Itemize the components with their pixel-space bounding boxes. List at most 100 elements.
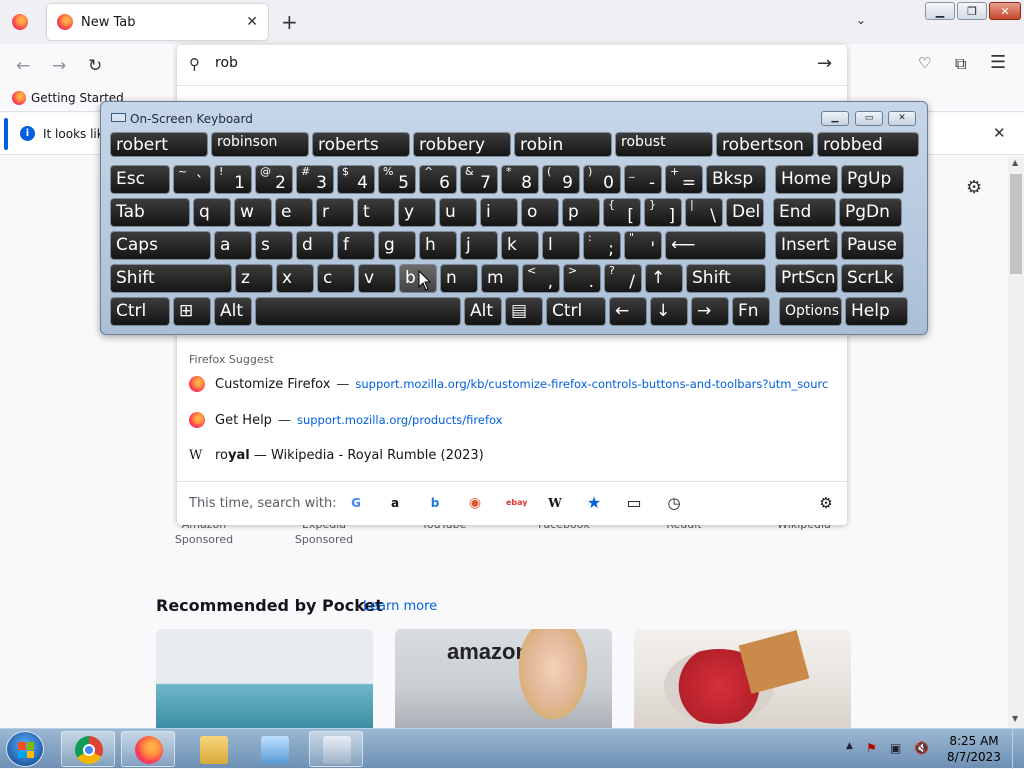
menu-icon[interactable]: ☰ [990,52,1006,73]
key-[interactable]: " ' [624,231,662,260]
reload-icon[interactable]: ↻ [88,56,102,76]
key-pause[interactable]: Pause [841,231,904,260]
key-pgup[interactable]: PgUp [841,165,904,194]
key-6[interactable]: ^ 6 [419,165,457,194]
key-prtscn[interactable]: PrtScn [775,264,838,293]
osk-maximize-button[interactable]: ▭ [855,111,883,126]
key-8[interactable]: * 8 [501,165,539,194]
prediction-key[interactable]: robbery [413,132,511,157]
show-desktop-button[interactable] [1012,729,1024,769]
key-insert[interactable]: Insert [775,231,838,260]
pocket-card-image[interactable]: amazon [395,629,612,728]
key-space[interactable] [255,297,461,326]
firefox-view-icon[interactable] [12,14,28,30]
key-d[interactable]: d [296,231,334,260]
key-p[interactable]: p [562,198,600,227]
pocket-card-image[interactable] [634,629,851,728]
key-alt[interactable]: Alt [464,297,502,326]
key-c[interactable]: c [317,264,355,293]
prediction-key[interactable]: robbed [817,132,919,157]
key-end[interactable]: End [773,198,836,227]
back-icon[interactable]: ← [16,56,30,76]
key-t[interactable]: t [357,198,395,227]
url-input[interactable]: rob [215,55,238,71]
key-f[interactable]: f [337,231,375,260]
extensions-icon[interactable]: ⧉ [955,54,966,74]
key-o[interactable]: o [521,198,559,227]
tabs-icon[interactable]: ▭ [625,494,643,512]
key-4[interactable]: $4 [337,165,375,194]
key-g[interactable]: g [378,231,416,260]
taskbar-explorer[interactable] [186,731,240,767]
go-arrow-icon[interactable]: → [817,53,832,74]
key-l[interactable]: l [542,231,580,260]
suggestion-row-wikipedia[interactable]: W royal — Wikipedia - Royal Rumble (2023… [189,448,829,463]
key-[interactable]: >. [563,264,601,293]
key-alt[interactable]: Alt [214,297,252,326]
show-hidden-icons[interactable]: ▲ [846,741,853,751]
key-5[interactable]: % 5 [378,165,416,194]
network-icon[interactable]: ▣ [890,741,901,755]
key-ctrl[interactable]: Ctrl [546,297,606,326]
key-s[interactable]: s [255,231,293,260]
key-7[interactable]: & 7 [460,165,498,194]
key-[interactable]: :; [583,231,621,260]
amazon-icon[interactable]: a [386,494,404,512]
key-w[interactable]: w [234,198,272,227]
bookmarks-icon[interactable]: ★ [585,494,603,512]
key-options[interactable]: Options [779,297,842,326]
scroll-thumb[interactable] [1010,174,1022,274]
clock-time[interactable]: 8:25 AM [944,734,1004,748]
learn-more-link[interactable]: Learn more [363,599,437,614]
new-tab-button[interactable]: + [281,10,298,34]
prediction-key[interactable]: robust [615,132,713,157]
scroll-up-icon[interactable]: ▲ [1012,158,1018,167]
bing-icon[interactable]: b [426,494,444,512]
prediction-key[interactable]: roberts [312,132,410,157]
key-[interactable]: <, [522,264,560,293]
key-k[interactable]: k [501,231,539,260]
key-x[interactable]: x [276,264,314,293]
prediction-key[interactable]: robertson [716,132,814,157]
history-icon[interactable]: ◷ [665,494,683,512]
prediction-key[interactable]: robin [514,132,612,157]
chevron-down-icon[interactable]: ⌄ [856,13,866,27]
key-ctrl[interactable]: Ctrl [110,297,170,326]
key-[interactable]: ↓ [650,297,688,326]
ebay-icon[interactable]: ebay [506,494,528,512]
key-u[interactable]: u [439,198,477,227]
restore-button[interactable]: ❐ [957,2,987,20]
key-[interactable]: ⊞ [173,297,211,326]
key-[interactable]: + = [665,165,703,194]
key-pgdn[interactable]: PgDn [839,198,902,227]
key-n[interactable]: n [440,264,478,293]
pocket-icon[interactable]: ♡ [918,54,931,72]
duckduckgo-icon[interactable]: ◉ [466,494,484,512]
action-center-icon[interactable]: ⚑ [866,741,877,755]
volume-muted-icon[interactable]: 🔇 [914,741,929,755]
key-del[interactable]: Del [726,198,764,227]
key-h[interactable]: h [419,231,457,260]
key-y[interactable]: y [398,198,436,227]
key-9[interactable]: (9 [542,165,580,194]
key-[interactable]: ▤ [505,297,543,326]
key-z[interactable]: z [235,264,273,293]
key-bksp[interactable]: Bksp [706,165,766,194]
key-[interactable]: ↑ [645,264,683,293]
suggestion-row[interactable]: Customize Firefox — support.mozilla.org/… [189,376,829,392]
key-shift[interactable]: Shift [686,264,766,293]
clock-date[interactable]: 8/7/2023 [944,750,1004,764]
scroll-down-icon[interactable]: ▼ [1012,714,1018,723]
key-[interactable]: ~ ` [173,165,211,194]
key-m[interactable]: m [481,264,519,293]
key-1[interactable]: ! 1 [214,165,252,194]
key-3[interactable]: #3 [296,165,334,194]
key-2[interactable]: @2 [255,165,293,194]
key-0[interactable]: ) 0 [583,165,621,194]
osk-minimize-button[interactable]: ▁ [821,111,849,126]
key-[interactable]: ⟵ [665,231,766,260]
osk-close-button[interactable]: ✕ [888,111,916,126]
google-icon[interactable]: G [347,494,365,512]
key-[interactable]: → [691,297,729,326]
close-icon[interactable]: ✕ [246,14,258,30]
